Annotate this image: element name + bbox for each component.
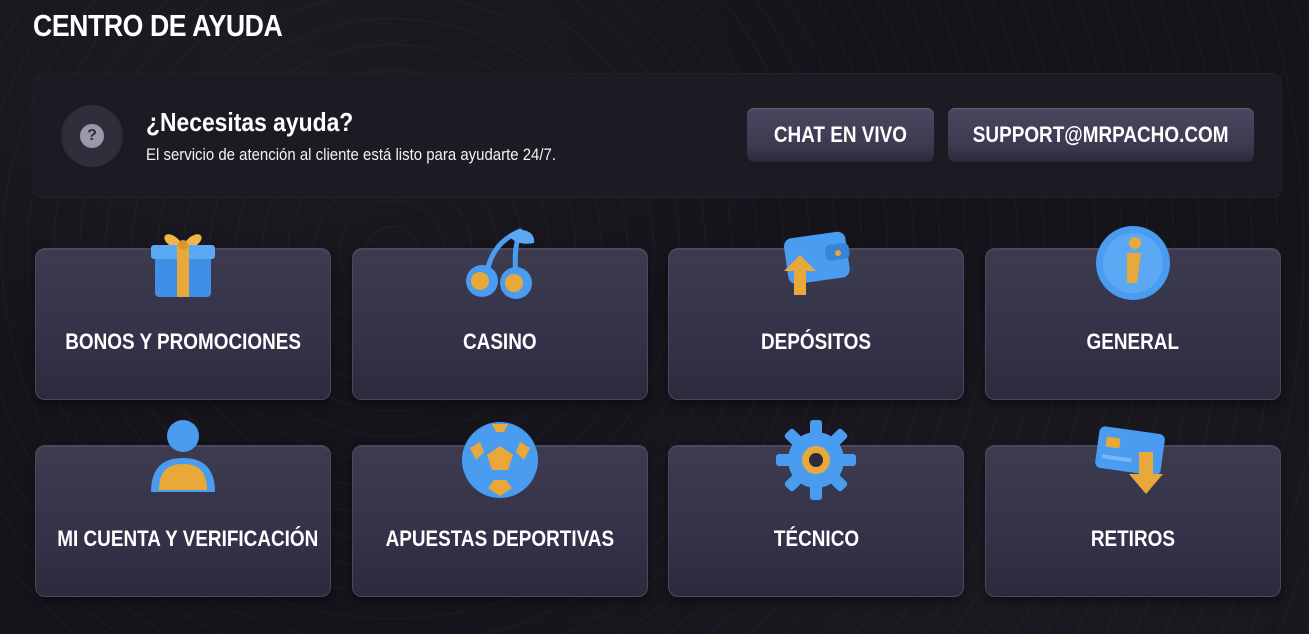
- category-card-apuestas[interactable]: APUESTAS DEPORTIVAS: [352, 422, 648, 597]
- category-card-retiros[interactable]: RETIROS: [985, 426, 1281, 597]
- question-glyph: ?: [80, 124, 104, 148]
- cherries-icon: [458, 221, 542, 305]
- category-label: BONOS Y PROMOCIONES: [65, 329, 301, 354]
- category-label: CASINO: [463, 329, 537, 354]
- info-icon: [1091, 221, 1175, 305]
- gift-icon: [141, 221, 225, 305]
- category-label: APUESTAS DEPORTIVAS: [385, 526, 615, 551]
- user-icon: [141, 418, 225, 502]
- category-card-casino[interactable]: CASINO: [352, 228, 648, 400]
- category-card-tecnico[interactable]: TÉCNICO: [668, 420, 964, 597]
- support-email-label: SUPPORT@MRPACHO.COM: [973, 122, 1229, 147]
- support-email-button[interactable]: SUPPORT@MRPACHO.COM: [948, 108, 1254, 162]
- category-label: MI CUENTA Y VERIFICACIÓN: [57, 526, 319, 551]
- category-card-bonos[interactable]: BONOS Y PROMOCIONES: [35, 234, 331, 400]
- gear-icon: [774, 418, 858, 502]
- live-chat-label: CHAT EN VIVO: [773, 122, 908, 147]
- question-icon: ?: [61, 105, 123, 167]
- card-withdraw-icon: [1091, 418, 1175, 502]
- category-label: TÉCNICO: [773, 526, 859, 551]
- category-card-depositos[interactable]: DEPÓSITOS: [668, 231, 964, 400]
- help-heading: ¿Necesitas ayuda?: [146, 107, 354, 137]
- live-chat-button[interactable]: CHAT EN VIVO: [747, 108, 934, 162]
- category-label: RETIROS: [1090, 526, 1176, 551]
- page-title: CENTRO DE AYUDA: [33, 8, 283, 43]
- wallet-deposit-icon: [774, 221, 858, 305]
- help-subtitle: El servicio de atención al cliente está …: [146, 145, 556, 164]
- soccer-ball-icon: [458, 418, 542, 502]
- category-label: GENERAL: [1086, 329, 1180, 354]
- category-card-general[interactable]: GENERAL: [985, 226, 1281, 400]
- help-banner: ? ¿Necesitas ayuda? El servicio de atenc…: [33, 73, 1282, 198]
- category-label: DEPÓSITOS: [760, 329, 872, 354]
- category-card-mi-cuenta[interactable]: MI CUENTA Y VERIFICACIÓN: [35, 420, 331, 597]
